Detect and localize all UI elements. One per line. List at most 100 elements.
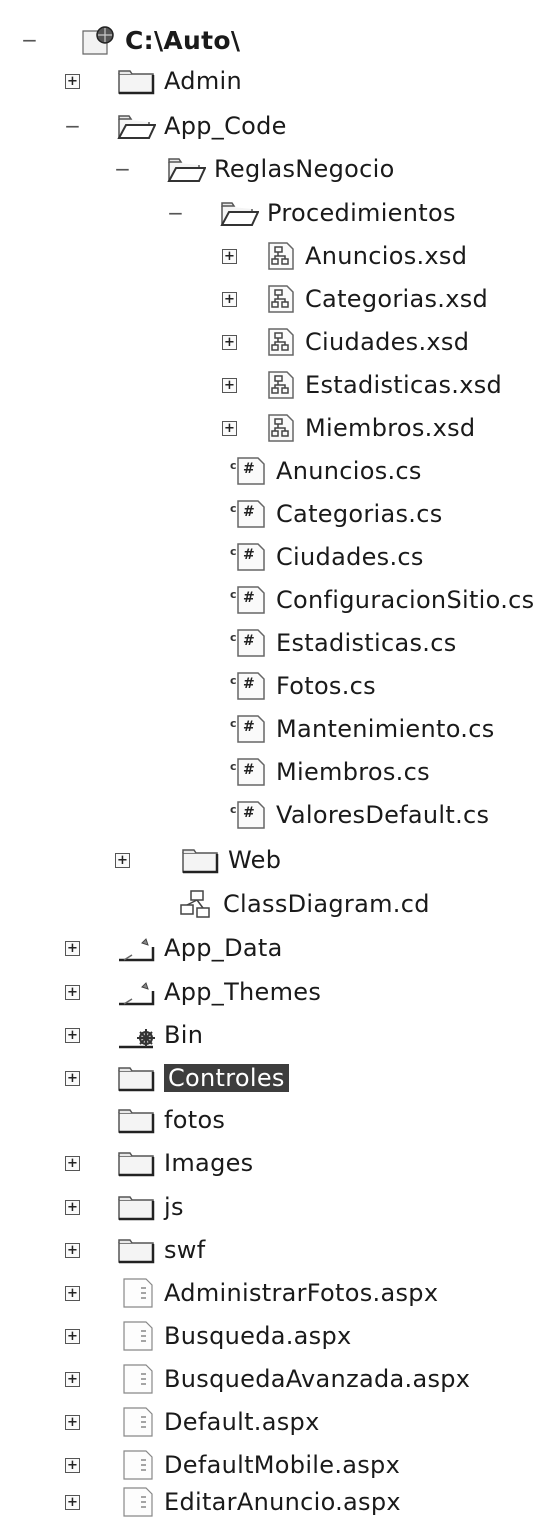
- expand-icon[interactable]: +: [65, 1457, 80, 1473]
- csharp-file-icon: [228, 800, 268, 830]
- dataset-xsd-icon: [265, 241, 297, 271]
- expand-icon[interactable]: +: [65, 1494, 80, 1510]
- folder-icon: [116, 1105, 156, 1135]
- tree-node-label: Procedimientos: [267, 199, 456, 227]
- tree-node-label: DefaultMobile.aspx: [164, 1451, 401, 1479]
- tree-node-cs-file[interactable]: Estadisticas.cs: [228, 621, 457, 665]
- expand-icon[interactable]: +: [65, 1027, 80, 1043]
- expand-icon[interactable]: +: [222, 248, 237, 264]
- tree-node-label: Miembros.cs: [276, 758, 430, 786]
- bin-folder-icon: [116, 1020, 156, 1050]
- tree-node-procedimientos[interactable]: − Procedimientos: [167, 191, 456, 235]
- tree-node-label: Fotos.cs: [276, 672, 376, 700]
- csharp-file-icon: [228, 499, 268, 529]
- tree-node-app-code[interactable]: − App_Code: [64, 104, 287, 148]
- expand-icon[interactable]: +: [222, 377, 237, 393]
- tree-node-admin[interactable]: + Admin: [65, 59, 242, 103]
- collapse-icon[interactable]: −: [64, 116, 81, 136]
- tree-node-xsd-file[interactable]: + Miembros.xsd: [222, 406, 475, 450]
- tree-node-label: Miembros.xsd: [305, 414, 476, 442]
- folder-icon: [116, 1063, 156, 1093]
- expand-icon[interactable]: +: [65, 73, 80, 89]
- tree-node-cs-file[interactable]: Categorias.cs: [228, 492, 443, 536]
- dataset-xsd-icon: [265, 370, 297, 400]
- tree-node-label: AdministrarFotos.aspx: [164, 1279, 439, 1307]
- tree-node-label: Anuncios.xsd: [305, 242, 468, 270]
- tree-node-aspx-file[interactable]: + AdministrarFotos.aspx: [65, 1271, 438, 1315]
- tree-node-aspx-file[interactable]: + BusquedaAvanzada.aspx: [65, 1357, 470, 1401]
- expand-icon[interactable]: +: [65, 1155, 80, 1171]
- aspx-page-icon: [116, 1450, 156, 1480]
- csharp-file-icon: [228, 714, 268, 744]
- tree-node-label: Categorias.cs: [276, 500, 443, 528]
- expand-icon[interactable]: +: [65, 1371, 80, 1387]
- tree-node-root[interactable]: − C:\Auto\: [21, 18, 241, 62]
- tree-node-reglas-negocio[interactable]: − ReglasNegocio: [114, 147, 395, 191]
- expand-icon[interactable]: +: [65, 1328, 80, 1344]
- expand-icon[interactable]: +: [115, 852, 130, 868]
- tree-node-label: Anuncios.cs: [276, 457, 422, 485]
- tree-node-label: C:\Auto\: [125, 25, 241, 55]
- tree-node-js[interactable]: + js: [65, 1185, 184, 1229]
- expand-icon[interactable]: +: [65, 1199, 80, 1215]
- tree-node-app-themes[interactable]: + App_Themes: [65, 970, 321, 1014]
- aspx-page-icon: [116, 1407, 156, 1437]
- collapse-icon[interactable]: −: [167, 203, 184, 223]
- tree-node-label: fotos: [164, 1106, 226, 1134]
- tree-node-cs-file[interactable]: Ciudades.cs: [228, 535, 424, 579]
- tree-node-label: Busqueda.aspx: [164, 1322, 352, 1350]
- dataset-xsd-icon: [265, 284, 297, 314]
- tree-node-app-data[interactable]: + App_Data: [65, 926, 283, 970]
- collapse-icon[interactable]: −: [21, 30, 38, 50]
- tree-node-cs-file[interactable]: Fotos.cs: [228, 664, 376, 708]
- csharp-file-icon: [228, 628, 268, 658]
- tree-node-controles[interactable]: + Controles: [65, 1056, 289, 1100]
- tree-node-aspx-file[interactable]: + EditarAnuncio.aspx: [65, 1480, 401, 1524]
- expand-icon[interactable]: +: [222, 334, 237, 350]
- expand-icon[interactable]: +: [222, 291, 237, 307]
- class-diagram-icon: [175, 889, 215, 919]
- aspx-page-icon: [116, 1487, 156, 1517]
- tree-node-cs-file[interactable]: Anuncios.cs: [228, 449, 422, 493]
- aspx-page-icon: [116, 1321, 156, 1351]
- expand-icon[interactable]: +: [65, 984, 80, 1000]
- app-data-folder-icon: [116, 933, 156, 963]
- tree-node-web[interactable]: + Web: [115, 838, 281, 882]
- tree-node-xsd-file[interactable]: + Categorias.xsd: [222, 277, 488, 321]
- tree-node-cs-file[interactable]: Mantenimiento.cs: [228, 707, 495, 751]
- tree-node-label: Ciudades.cs: [276, 543, 424, 571]
- expand-icon[interactable]: +: [222, 420, 237, 436]
- collapse-icon[interactable]: −: [114, 159, 131, 179]
- tree-node-aspx-file[interactable]: + Busqueda.aspx: [65, 1314, 352, 1358]
- expand-icon[interactable]: +: [65, 1414, 80, 1430]
- expand-icon[interactable]: +: [65, 940, 80, 956]
- tree-node-label: Categorias.xsd: [305, 285, 489, 313]
- tree-node-bin[interactable]: + Bin: [65, 1013, 203, 1057]
- tree-node-cs-file[interactable]: ConfiguracionSitio.cs: [228, 578, 534, 622]
- aspx-page-icon: [116, 1364, 156, 1394]
- expand-icon[interactable]: +: [65, 1070, 80, 1086]
- tree-node-class-diagram[interactable]: ClassDiagram.cd: [175, 882, 430, 926]
- tree-node-xsd-file[interactable]: + Ciudades.xsd: [222, 320, 469, 364]
- tree-node-xsd-file[interactable]: + Estadisticas.xsd: [222, 363, 502, 407]
- tree-node-cs-file[interactable]: ValoresDefault.cs: [228, 793, 489, 837]
- tree-node-cs-file[interactable]: Miembros.cs: [228, 750, 430, 794]
- tree-node-fotos[interactable]: fotos: [65, 1098, 225, 1142]
- tree-node-label: BusquedaAvanzada.aspx: [164, 1365, 471, 1393]
- folder-icon: [116, 1192, 156, 1222]
- tree-node-label: ReglasNegocio: [214, 155, 395, 183]
- csharp-file-icon: [228, 671, 268, 701]
- tree-node-aspx-file[interactable]: + Default.aspx: [65, 1400, 320, 1444]
- tree-node-label: App_Code: [164, 112, 287, 140]
- tree-node-label: Estadisticas.cs: [276, 629, 457, 657]
- expand-icon[interactable]: +: [65, 1242, 80, 1258]
- special-folder-open-icon: [116, 111, 156, 141]
- tree-node-xsd-file[interactable]: + Anuncios.xsd: [222, 234, 467, 278]
- folder-open-icon: [219, 198, 259, 228]
- tree-node-swf[interactable]: + swf: [65, 1228, 205, 1272]
- tree-node-images[interactable]: + Images: [65, 1141, 253, 1185]
- expand-icon[interactable]: +: [65, 1285, 80, 1301]
- dataset-xsd-icon: [265, 327, 297, 357]
- tree-node-label: Default.aspx: [164, 1408, 320, 1436]
- tree-node-label: Images: [164, 1149, 254, 1177]
